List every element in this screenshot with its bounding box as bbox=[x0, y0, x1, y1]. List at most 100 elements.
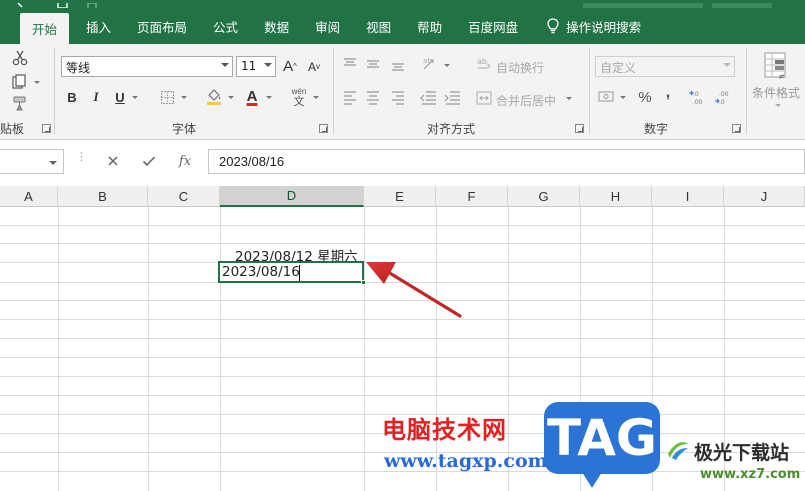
bold-button[interactable]: B bbox=[64, 88, 80, 106]
tab-data[interactable]: 数据 bbox=[251, 8, 302, 44]
comma-style-button[interactable]: , bbox=[662, 84, 674, 102]
chevron-down-icon bbox=[49, 161, 57, 165]
enter-check-icon[interactable] bbox=[139, 152, 159, 170]
svg-text:ab: ab bbox=[477, 57, 487, 66]
alignment-group-label: 对齐方式 bbox=[427, 122, 476, 136]
svg-text:.00: .00 bbox=[693, 99, 703, 105]
tell-me-label: 操作说明搜索 bbox=[566, 19, 642, 35]
chevron-down-icon bbox=[221, 63, 229, 67]
merge-center-button[interactable]: 合并后居中 bbox=[496, 92, 556, 109]
conditional-format-icon[interactable]: ≠ bbox=[762, 50, 792, 82]
clipboard-group-label: 贴板 bbox=[0, 122, 25, 136]
font-size-select[interactable]: 11 bbox=[236, 56, 276, 77]
underline-button[interactable]: U bbox=[112, 88, 128, 106]
grow-font-icon: A bbox=[283, 58, 294, 75]
svg-text:≠: ≠ bbox=[778, 72, 785, 81]
conditional-format-button[interactable]: 条件格式 bbox=[752, 84, 800, 101]
percent-style-button[interactable]: % bbox=[636, 88, 654, 106]
copy-icon[interactable] bbox=[8, 72, 30, 92]
borders-icon[interactable] bbox=[158, 88, 176, 106]
tab-insert[interactable]: 插入 bbox=[73, 8, 124, 44]
conditional-format-dropdown-icon[interactable] bbox=[775, 104, 781, 107]
format-painter-icon[interactable] bbox=[10, 94, 30, 114]
font-group-label: 字体 bbox=[172, 122, 197, 136]
group-separator bbox=[333, 48, 334, 134]
orientation-icon[interactable]: ab bbox=[420, 54, 440, 74]
italic-button[interactable]: I bbox=[88, 88, 104, 106]
orientation-dropdown-icon[interactable] bbox=[444, 64, 450, 67]
grow-font-button[interactable]: A ^ bbox=[281, 56, 299, 77]
ribbon-home: 贴板 等线 11 A ^ Av B I U A wén 文 字体 ab ab 自… bbox=[0, 44, 805, 140]
insert-function-button[interactable]: fx bbox=[175, 152, 195, 170]
formula-bar: ⋮ fx 2023/08/16 bbox=[0, 140, 805, 186]
svg-text:ab: ab bbox=[423, 57, 432, 65]
font-color-icon: A bbox=[246, 87, 258, 105]
ribbon-tabs: 开始 插入 页面布局 公式 数据 审阅 视图 帮助 百度网盘 操作说明搜索 bbox=[0, 8, 654, 44]
font-launcher-icon[interactable] bbox=[319, 124, 328, 133]
watermark-jiguang-url: www.xz7.com bbox=[700, 467, 801, 482]
phonetic-dropdown-icon[interactable] bbox=[313, 96, 319, 99]
tab-tell-me[interactable]: 操作说明搜索 bbox=[531, 8, 654, 44]
number-format-select[interactable]: 自定义 bbox=[595, 56, 735, 77]
font-color-button[interactable]: A bbox=[242, 85, 262, 107]
decrease-decimal-icon[interactable]: .00.0 bbox=[714, 88, 734, 106]
shrink-font-icon: A bbox=[307, 59, 316, 74]
fill-color-icon[interactable] bbox=[204, 86, 224, 106]
phonetic-guide-button[interactable]: wén 文 bbox=[288, 84, 310, 110]
number-launcher-icon[interactable] bbox=[732, 124, 741, 133]
font-color-dropdown-icon[interactable] bbox=[266, 96, 272, 99]
cut-icon[interactable] bbox=[10, 48, 30, 68]
name-box[interactable] bbox=[0, 149, 64, 174]
phonetic-bottom-text: 文 bbox=[293, 95, 305, 108]
clipboard-launcher-icon[interactable] bbox=[42, 124, 51, 133]
cancel-icon[interactable] bbox=[103, 152, 123, 170]
accounting-dropdown-icon[interactable] bbox=[620, 96, 626, 99]
group-separator bbox=[54, 48, 55, 134]
chevron-down-icon bbox=[264, 63, 272, 67]
accounting-format-icon[interactable] bbox=[597, 88, 617, 106]
merge-center-icon[interactable] bbox=[476, 90, 492, 106]
tab-view[interactable]: 视图 bbox=[353, 8, 404, 44]
svg-text:.00: .00 bbox=[719, 91, 729, 98]
fill-color-dropdown-icon[interactable] bbox=[228, 96, 234, 99]
watermark-jiguang-name: 极光下载站 bbox=[694, 442, 790, 464]
watermark-cn-title: 电脑技术网 bbox=[382, 416, 507, 444]
tab-help[interactable]: 帮助 bbox=[404, 8, 455, 44]
underline-dropdown-icon[interactable] bbox=[132, 96, 138, 99]
formula-buttons: fx bbox=[95, 149, 205, 174]
watermark-url: www.tagxp.com bbox=[384, 450, 548, 472]
shrink-font-button[interactable]: Av bbox=[305, 56, 323, 77]
jiguang-logo-icon bbox=[668, 442, 688, 460]
number-format-value: 自定义 bbox=[600, 61, 637, 75]
horizontal-align-icons[interactable] bbox=[342, 90, 412, 106]
wrap-text-icon[interactable]: ab bbox=[476, 56, 492, 72]
tab-formulas[interactable]: 公式 bbox=[200, 8, 251, 44]
tab-review[interactable]: 审阅 bbox=[302, 8, 353, 44]
chevron-down-icon bbox=[723, 63, 731, 67]
indent-icons[interactable] bbox=[420, 90, 468, 106]
alignment-launcher-icon[interactable] bbox=[575, 124, 584, 133]
svg-text:.0: .0 bbox=[719, 99, 725, 105]
watermark-tag-logo: TAG bbox=[544, 402, 660, 488]
wrap-text-button[interactable]: 自动换行 bbox=[496, 59, 544, 76]
borders-dropdown-icon[interactable] bbox=[181, 96, 187, 99]
number-group-label: 数字 bbox=[644, 122, 669, 136]
font-size-value: 11 bbox=[241, 59, 257, 73]
merge-dropdown-icon[interactable] bbox=[566, 97, 572, 100]
group-separator bbox=[746, 48, 747, 134]
copy-dropdown-icon[interactable] bbox=[34, 81, 40, 84]
tab-page-layout[interactable]: 页面布局 bbox=[124, 8, 200, 44]
title-strip bbox=[0, 0, 805, 8]
formula-input[interactable]: 2023/08/16 bbox=[208, 149, 805, 174]
resize-handle-icon[interactable]: ⋮ bbox=[76, 152, 87, 163]
font-name-select[interactable]: 等线 bbox=[61, 56, 233, 77]
group-separator bbox=[589, 48, 590, 134]
svg-text:.0: .0 bbox=[693, 91, 699, 98]
tab-home[interactable]: 开始 bbox=[20, 13, 70, 44]
ribbon-tab-bar: 开始 插入 页面布局 公式 数据 审阅 视图 帮助 百度网盘 操作说明搜索 bbox=[0, 0, 805, 44]
vertical-align-icons[interactable] bbox=[342, 56, 412, 74]
increase-decimal-icon[interactable]: .0.00 bbox=[688, 88, 708, 106]
phonetic-top-text: wén bbox=[291, 86, 307, 96]
tab-baidu-netdisk[interactable]: 百度网盘 bbox=[455, 8, 531, 44]
lightbulb-icon bbox=[547, 18, 559, 34]
